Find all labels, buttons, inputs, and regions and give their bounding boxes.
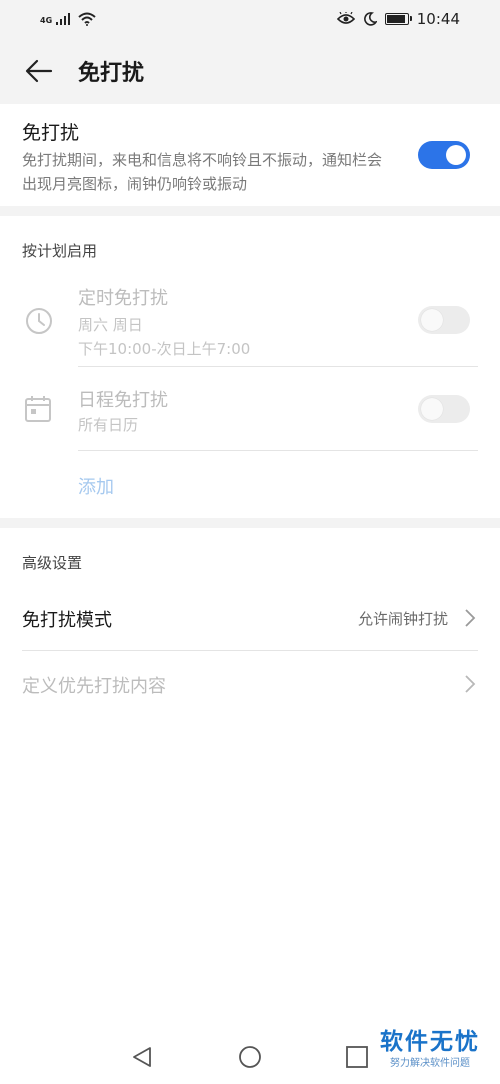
status-left: 4G: [40, 12, 96, 26]
battery-icon: [384, 13, 412, 25]
network-type: 4G: [40, 16, 53, 25]
toggle-knob: [446, 145, 466, 165]
timed-dnd-time: 下午10:00-次日上午7:00: [78, 340, 251, 358]
clock-icon: [26, 308, 52, 334]
watermark-sub-text: 努力解决软件问题: [390, 1058, 470, 1069]
clock: 10:44: [416, 10, 460, 28]
chevron-right-icon: [465, 675, 476, 693]
timed-dnd-toggle[interactable]: [418, 306, 470, 334]
navigation-bar: 软件无忧 努力解决软件问题: [0, 1029, 500, 1084]
eye-comfort-icon: [336, 12, 355, 24]
divider: [78, 450, 478, 451]
dnd-toggle[interactable]: [418, 141, 470, 169]
nav-recents-icon[interactable]: [344, 1044, 370, 1070]
calendar-dnd-toggle[interactable]: [418, 395, 470, 423]
status-right: 10:44: [336, 10, 460, 28]
calendar-icon: [25, 396, 51, 422]
calendar-dnd-subtitle: 所有日历: [78, 416, 139, 434]
watermark-main-text: 软件无忧: [380, 1029, 480, 1055]
divider: [78, 366, 478, 367]
advanced-card: 高级设置 免打扰模式 允许闹钟打扰 定义优先打扰内容: [0, 528, 500, 1040]
chevron-right-icon: [465, 609, 476, 627]
page-title: 免打扰: [78, 61, 145, 86]
schedule-card: 按计划启用 定时免打扰 周六 周日 下午10:00-次日上午7:00 日程免打扰…: [0, 216, 500, 518]
nav-back-icon[interactable]: [130, 1044, 156, 1070]
advanced-section-label: 高级设置: [22, 554, 83, 572]
watermark-logo: 软件无忧 努力解决软件问题: [380, 1022, 480, 1069]
toggle-knob: [421, 398, 443, 420]
divider: [22, 650, 478, 651]
status-bar: 4G 10:44: [0, 0, 500, 38]
add-schedule-link[interactable]: 添加: [78, 473, 114, 499]
calendar-dnd-title: 日程免打扰: [78, 390, 168, 411]
toggle-knob: [421, 309, 443, 331]
dnd-mode-value: 允许闹钟打扰: [357, 610, 448, 628]
nav-home-icon[interactable]: [237, 1044, 263, 1070]
title-bar: 免打扰: [0, 38, 500, 104]
dnd-title: 免打扰: [22, 122, 80, 144]
dnd-mode-title: 免打扰模式: [22, 610, 112, 631]
wifi-icon: [78, 12, 96, 26]
priority-content-title: 定义优先打扰内容: [22, 676, 166, 697]
signal-icon: [56, 13, 71, 25]
dnd-description: 免打扰期间，来电和信息将不响铃且不振动，通知栏会出现月亮图标，闹钟仍响铃或振动: [22, 151, 383, 193]
battery-fill: [386, 15, 405, 23]
moon-icon: [363, 12, 377, 26]
timed-dnd-days: 周六 周日: [78, 316, 143, 334]
timed-dnd-title: 定时免打扰: [78, 288, 168, 309]
back-button[interactable]: [0, 38, 78, 104]
back-arrow-icon: [25, 59, 53, 83]
schedule-section-label: 按计划启用: [22, 242, 98, 260]
dnd-card: 免打扰 免打扰期间，来电和信息将不响铃且不振动，通知栏会出现月亮图标，闹钟仍响铃…: [0, 104, 500, 206]
